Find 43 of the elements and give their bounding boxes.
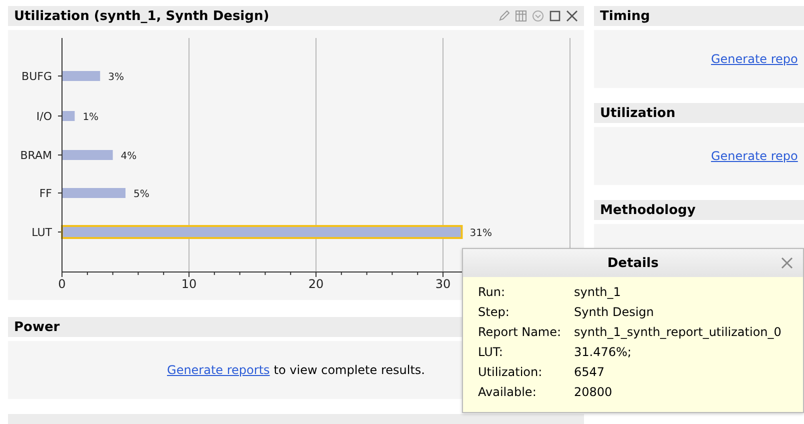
panel-title: Utilization (synth_1, Synth Design) <box>14 8 270 24</box>
tick-label: 20 <box>308 277 324 291</box>
generate-reports-link[interactable]: Generate reports <box>167 363 270 377</box>
detail-label: Utilization: <box>478 364 544 381</box>
panel-title: Methodology <box>600 202 696 218</box>
grid-icon[interactable] <box>515 10 527 22</box>
tooltip-title: Details <box>607 256 659 270</box>
maximize-icon[interactable] <box>549 10 561 22</box>
tick-label: 10 <box>181 277 197 291</box>
value-label: 1% <box>82 112 99 123</box>
tick-label: 0 <box>58 277 66 291</box>
detail-label: Run: <box>478 284 506 301</box>
category-label: FF <box>39 187 52 200</box>
detail-label: Available: <box>478 384 538 401</box>
value-label: 3% <box>108 72 124 83</box>
generate-reports-link[interactable]: Generate repo <box>711 149 798 163</box>
value-label: 4% <box>120 151 137 162</box>
close-icon[interactable] <box>566 10 578 22</box>
panel-title: Power <box>14 320 60 334</box>
detail-label: Report Name: <box>478 324 562 341</box>
category-label: BUFG <box>22 70 52 83</box>
panel-title: Utilization <box>600 106 676 120</box>
results-message: to view complete results. <box>274 363 425 377</box>
pencil-icon[interactable] <box>498 10 510 22</box>
detail-value: synth_1_synth_report_utilization_0 <box>574 324 782 341</box>
detail-value: 31.476%; <box>574 344 632 361</box>
close-icon[interactable] <box>781 257 793 269</box>
generate-reports-link[interactable]: Generate repo <box>711 52 798 66</box>
panel-title: Timing <box>600 8 650 24</box>
category-label: BRAM <box>20 149 52 162</box>
bar[interactable] <box>62 111 75 121</box>
tick-label: 30 <box>435 277 451 291</box>
detail-value: Synth Design <box>574 304 655 321</box>
detail-value: synth_1 <box>574 284 622 301</box>
category-label: I/O <box>36 110 52 123</box>
detail-value: 6547 <box>574 364 606 381</box>
category-label: LUT <box>32 226 52 239</box>
value-label: 5% <box>134 189 150 200</box>
circle-icon[interactable] <box>532 10 544 22</box>
detail-value: 20800 <box>574 384 614 401</box>
detail-label: Step: <box>478 304 510 321</box>
detail-label: LUT: <box>478 344 504 361</box>
value-label: 31% <box>470 228 492 239</box>
